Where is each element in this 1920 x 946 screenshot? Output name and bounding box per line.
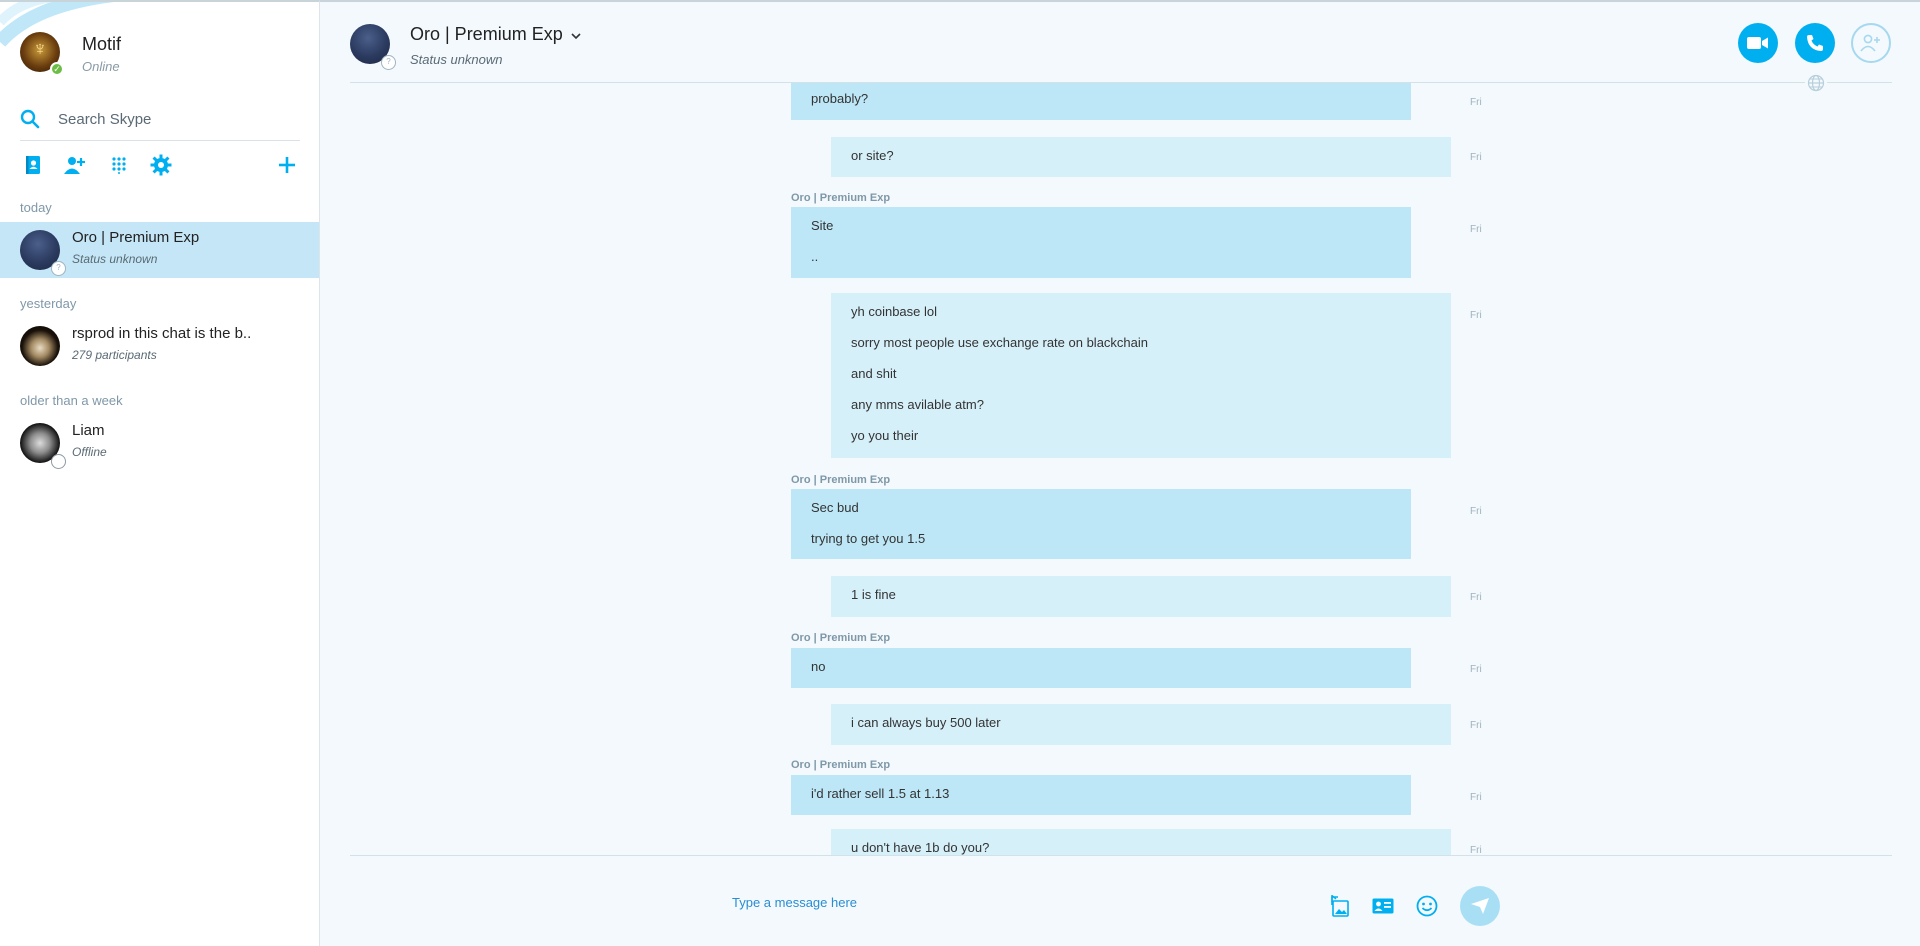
message-text: sorry most people use exchange rate on b…	[851, 335, 1149, 350]
status-unknown-icon: ?	[381, 55, 396, 70]
message-text: yh coinbase lol	[851, 304, 937, 319]
message-text: ..	[811, 249, 819, 264]
profile-name: Motif	[82, 34, 122, 54]
message-text: yo you their	[851, 428, 919, 443]
profile-emblem-icon: ♆	[32, 38, 48, 60]
message-sender: Oro | Premium Exp	[791, 632, 891, 644]
send-button[interactable]	[1460, 886, 1500, 926]
section-older: older than a week	[20, 393, 123, 408]
message-text: 1 is fine	[851, 587, 896, 602]
message-timestamp: Fri	[1470, 592, 1482, 603]
offline-status-icon	[51, 454, 66, 469]
avatar[interactable]: ?	[350, 24, 396, 70]
new-chat-plus-icon[interactable]	[274, 152, 300, 178]
message-incoming[interactable]: Sec bud trying to get you 1.5	[791, 489, 1411, 559]
message-outgoing[interactable]: u don't have 1b do you?	[831, 829, 1451, 855]
message-timestamp: Fri	[1470, 845, 1482, 855]
avatar[interactable]: ♆ ✓	[20, 32, 64, 76]
search-icon[interactable]	[20, 109, 40, 129]
message-timestamp: Fri	[1470, 664, 1482, 675]
conversation-participants: 279 participants	[72, 348, 157, 362]
emoticon-icon[interactable]	[1413, 894, 1441, 918]
message-outgoing[interactable]: or site?	[831, 137, 1451, 177]
composer	[320, 856, 1920, 944]
dialpad-icon[interactable]	[106, 152, 132, 178]
message-text: i can always buy 500 later	[851, 715, 1001, 730]
chat-status: Status unknown	[410, 52, 503, 67]
profile-status[interactable]: Online	[82, 59, 121, 74]
message-text: Sec bud	[811, 500, 859, 515]
search-box[interactable]	[20, 98, 300, 141]
avatar	[20, 326, 60, 366]
message-timestamp: Fri	[1470, 506, 1482, 517]
add-contact-icon[interactable]	[62, 152, 88, 178]
sidebar: ♆ ✓ Motif Online Search Skype today ? Or…	[0, 0, 320, 946]
message-outgoing[interactable]: i can always buy 500 later	[831, 704, 1451, 745]
message-sender: Oro | Premium Exp	[791, 759, 891, 771]
conversation-status: Offline	[72, 445, 107, 459]
message-text: and shit	[851, 366, 897, 381]
message-text: trying to get you 1.5	[811, 531, 926, 546]
message-outgoing[interactable]: 1 is fine	[831, 576, 1451, 617]
audio-call-button[interactable]	[1795, 23, 1835, 63]
sidebar-toolbar	[20, 152, 300, 180]
message-input[interactable]	[730, 894, 1294, 911]
message-timestamp: Fri	[1470, 152, 1482, 163]
chevron-down-icon[interactable]	[571, 24, 581, 45]
message-sender: Oro | Premium Exp	[791, 192, 891, 204]
avatar	[20, 423, 66, 469]
profile-block[interactable]: ♆ ✓ Motif Online	[20, 32, 122, 76]
section-today: today	[20, 200, 52, 215]
message-text: u don't have 1b do you?	[851, 840, 990, 855]
settings-icon[interactable]	[148, 152, 174, 178]
message-timestamp: Fri	[1470, 224, 1482, 235]
conversation-name: rsprod in this chat is the b..	[72, 325, 252, 342]
send-arrow-icon	[1471, 898, 1489, 914]
contacts-icon[interactable]	[20, 152, 46, 178]
search-input[interactable]	[56, 109, 290, 129]
message-text: no	[811, 659, 826, 674]
message-timestamp: Fri	[1470, 720, 1482, 731]
add-person-icon	[1860, 34, 1880, 52]
message-text: any mms avilable atm?	[851, 397, 984, 412]
message-text: Site	[811, 218, 834, 233]
status-unknown-icon: ?	[51, 261, 66, 276]
conversation-rsprod[interactable]: rsprod in this chat is the b.. 279 parti…	[0, 318, 319, 374]
message-text: probably?	[811, 91, 869, 106]
conversation-oro[interactable]: ? Oro | Premium Exp Status unknown	[0, 222, 319, 278]
message-incoming[interactable]: i'd rather sell 1.5 at 1.13	[791, 775, 1411, 815]
send-contact-icon[interactable]	[1369, 894, 1397, 918]
message-incoming[interactable]: Site ..	[791, 207, 1411, 278]
skype-window: ♆ ✓ Motif Online Search Skype today ? Or…	[0, 0, 1920, 946]
video-call-button[interactable]	[1738, 23, 1778, 63]
message-sender: Oro | Premium Exp	[791, 474, 891, 486]
chat-header: ? Oro | Premium Exp Status unknown	[320, 0, 1920, 84]
conversation-name: Oro | Premium Exp	[72, 229, 200, 246]
conversation-name: Liam	[72, 422, 105, 439]
video-camera-icon	[1747, 37, 1768, 49]
message-text: i'd rather sell 1.5 at 1.13	[811, 786, 950, 801]
chat-title-text: Oro | Premium Exp	[410, 24, 563, 44]
message-timestamp: Fri	[1470, 792, 1482, 803]
avatar: ?	[20, 230, 66, 276]
send-file-icon[interactable]	[1326, 894, 1354, 918]
conversation-status: Status unknown	[72, 252, 158, 266]
add-people-button[interactable]	[1851, 23, 1891, 63]
message-incoming[interactable]: probably?	[791, 83, 1411, 120]
message-list[interactable]: probably? Fri or site? Fri Oro | Premium…	[320, 83, 1920, 855]
conversation-liam[interactable]: Liam Offline	[0, 415, 319, 471]
message-outgoing[interactable]: yh coinbase lol sorry most people use ex…	[831, 293, 1451, 458]
chat-title[interactable]: Oro | Premium Exp	[410, 24, 581, 45]
online-status-icon: ✓	[50, 62, 64, 76]
message-timestamp: Fri	[1470, 97, 1482, 108]
message-timestamp: Fri	[1470, 310, 1482, 321]
phone-icon	[1807, 35, 1823, 51]
section-yesterday: yesterday	[20, 296, 77, 311]
message-incoming[interactable]: no	[791, 648, 1411, 688]
message-text: or site?	[851, 148, 894, 163]
